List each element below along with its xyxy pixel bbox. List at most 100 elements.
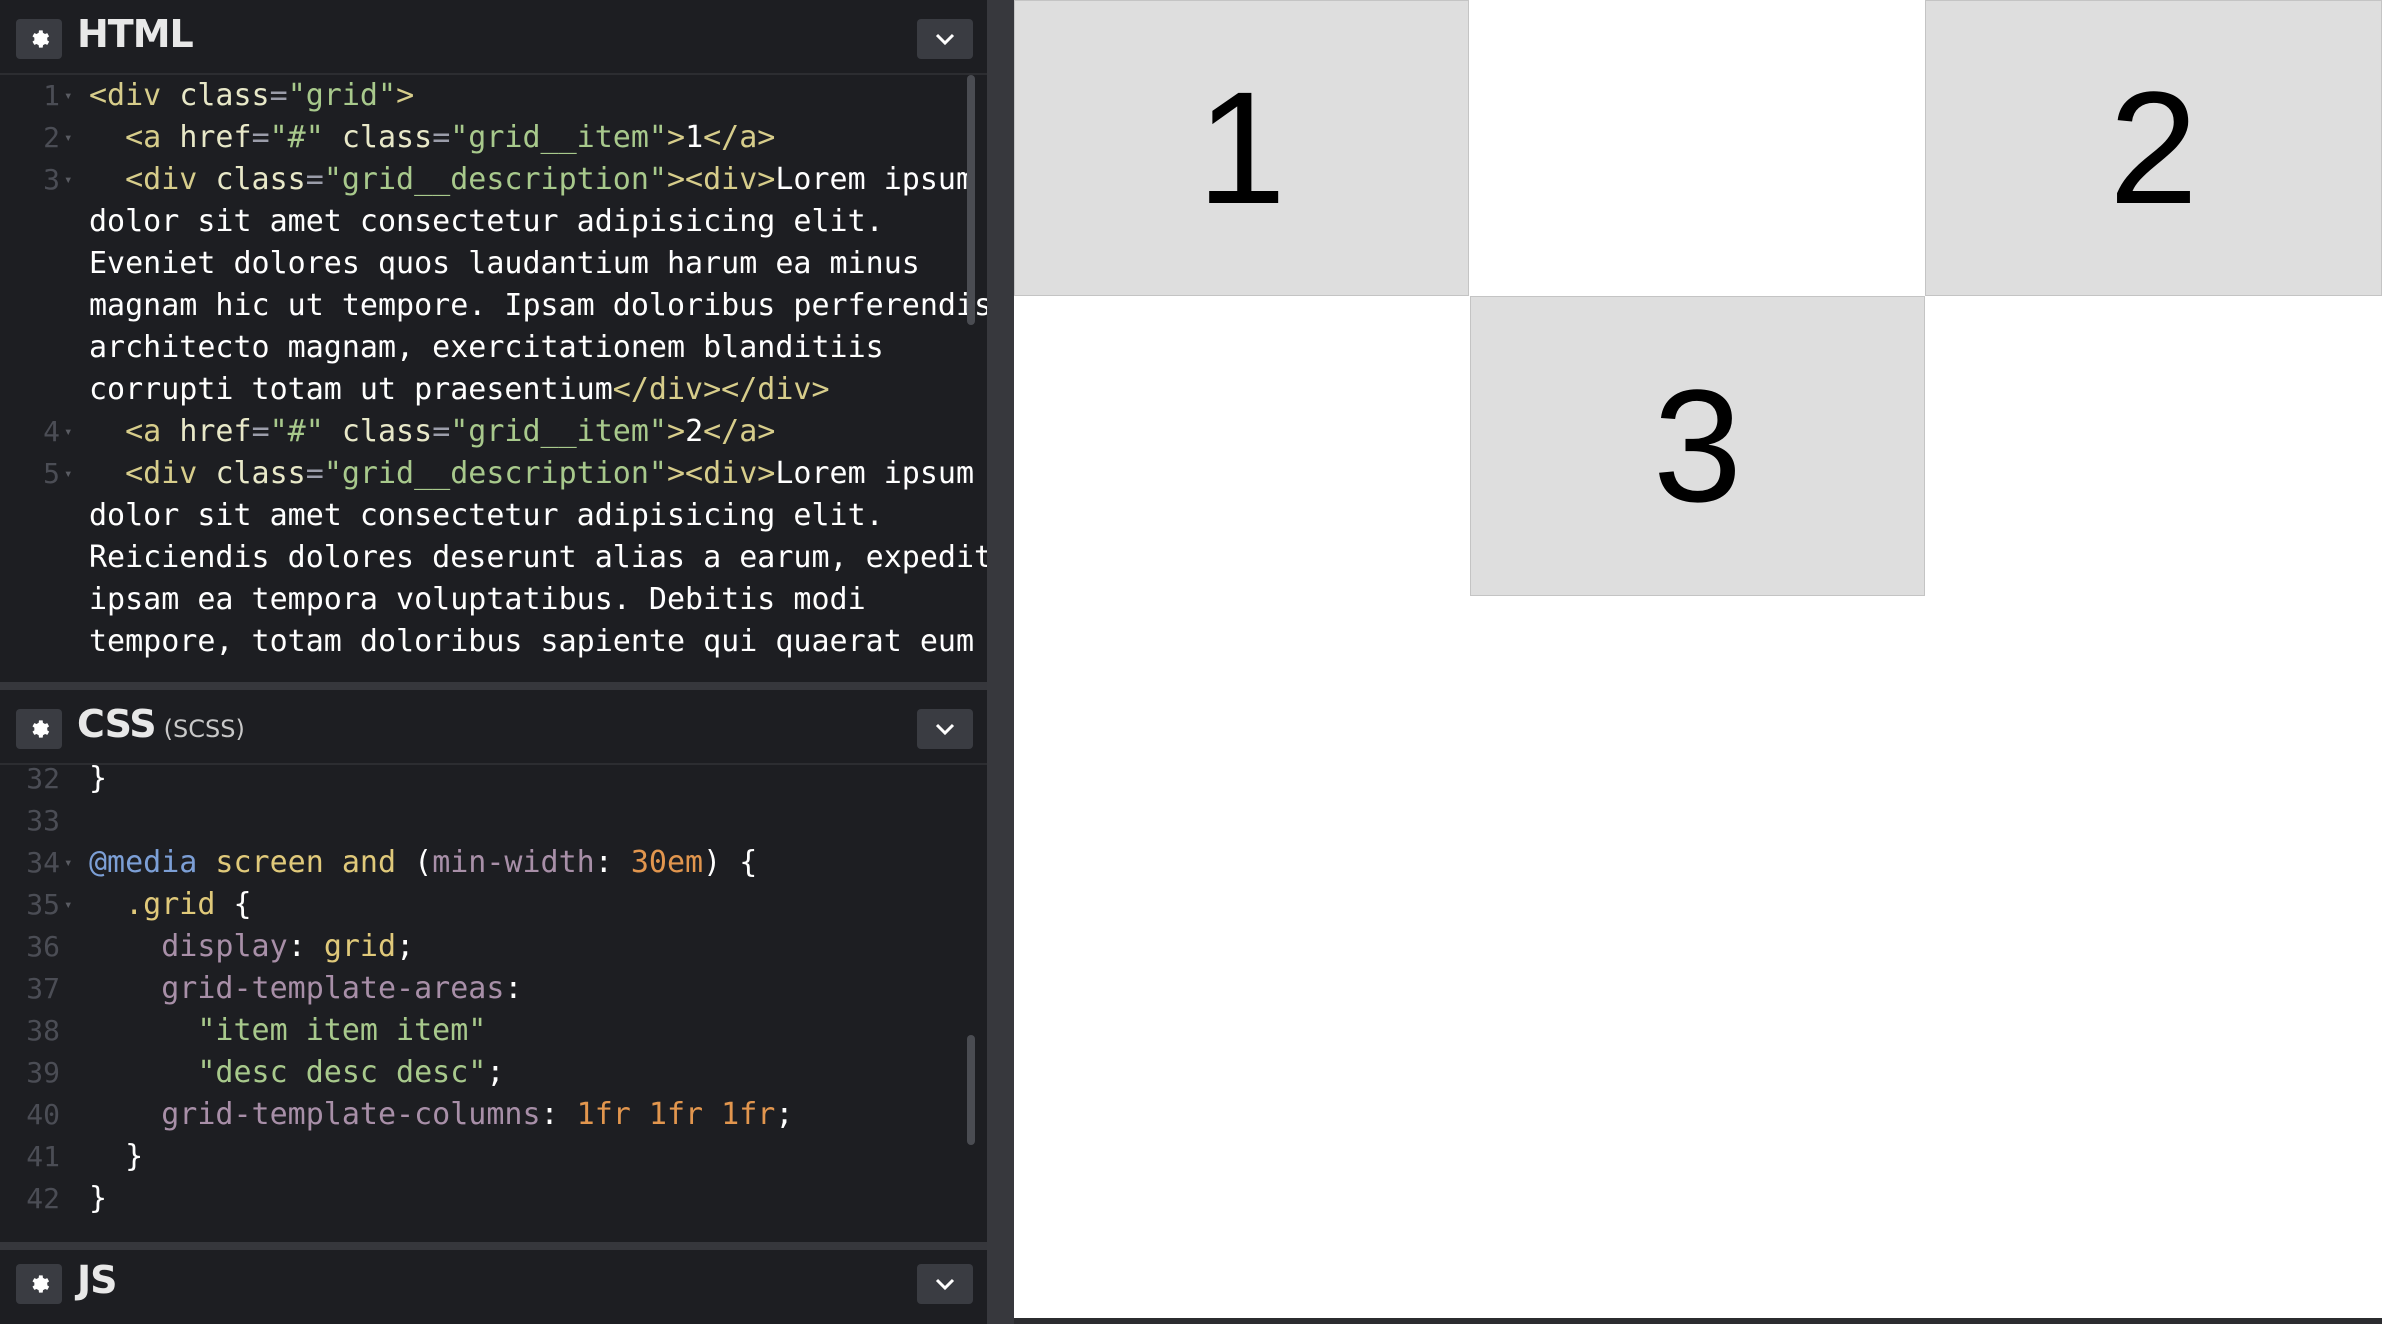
chevron-down-icon [935,723,955,736]
fold-arrow-icon[interactable]: ▾ [64,117,72,159]
html-scrollbar[interactable] [967,75,975,325]
code-text: magnam hic ut tempore. Ipsam doloribus p… [89,285,987,327]
line-number: 34 [26,846,60,879]
html-code-area[interactable]: 1 ▾ <div class="grid"> 2 ▾ <a href="#" class… [0,75,987,679]
code-token: ipsam ea tempora voluptatibus. Debitis m… [89,582,866,617]
code-token: class [215,162,306,197]
code-line[interactable]: 5 ▾ <div class="grid__description"><div>L… [0,453,987,495]
code-line[interactable]: 34 ▾ @media screen and (min-width: 30em) { [0,842,987,884]
code-text: dolor sit amet consectetur adipisicing e… [89,201,884,243]
code-token: </div></div> [612,372,830,407]
code-token: ) { [703,845,758,880]
code-line[interactable]: 38 "item item item" [0,1010,987,1052]
chevron-down-icon [935,1278,955,1291]
js-editor-panel: JS [0,1250,987,1324]
code-line[interactable]: 37 grid-template-areas: [0,968,987,1010]
fold-arrow-icon[interactable]: ▾ [64,75,72,117]
js-panel-header: JS [0,1250,987,1323]
panel-divider[interactable] [0,1242,987,1250]
code-line[interactable]: 36 display: grid; [0,926,987,968]
code-line[interactable]: 33 [0,800,987,842]
code-line[interactable]: 32} [0,758,987,800]
js-collapse-button[interactable] [917,1264,973,1304]
code-token: 30em [630,845,704,880]
code-line[interactable]: 39 "desc desc desc"; [0,1052,987,1094]
code-token: screen and [197,845,415,880]
code-token: = [269,78,288,113]
code-text: tempore, totam doloribus sapiente qui qu… [89,621,974,663]
code-token: > [396,78,415,113]
code-line[interactable]: 3 ▾ <div class="grid__description"><div>L… [0,159,987,201]
code-token: class [323,414,433,449]
code-token: architecto magnam, exercitationem blandi… [89,330,884,365]
line-number: 42 [26,1182,60,1215]
code-token: "grid__description" [323,456,667,491]
code-line[interactable]: 40 grid-template-columns: 1fr 1fr 1fr; [0,1094,987,1136]
panel-divider[interactable] [0,682,987,690]
code-token: "#" [269,414,324,449]
code-token: } [89,1139,144,1174]
code-token: : [287,929,324,964]
code-token: ; [486,1055,505,1090]
code-token: ><div> [666,456,776,491]
line-number: 32 [26,762,60,795]
code-token: display [89,929,288,964]
code-line[interactable]: dolor sit amet consectetur adipisicing e… [0,201,987,243]
css-scrollbar[interactable] [967,1035,975,1145]
code-token: </a> [703,414,776,449]
fold-arrow-icon[interactable]: ▾ [64,159,72,201]
code-token: dolor sit amet consectetur adipisicing e… [89,498,884,533]
css-settings-button[interactable] [16,709,62,749]
code-line[interactable]: Reiciendis dolores deserunt alias a earu… [0,537,987,579]
gear-icon [32,720,50,738]
code-text: grid-template-areas: [89,968,522,1010]
code-line[interactable]: 41 } [0,1136,987,1178]
code-line[interactable]: Eveniet dolores quos laudantium harum ea… [0,243,987,285]
code-token: } [89,1181,108,1216]
code-token: @media [89,845,198,880]
code-line[interactable]: corrupti totam ut praesentium</div></div… [0,369,987,411]
css-code-area[interactable]: 32} 33 34 ▾ @media screen and (min-width: 30… [0,758,987,1238]
code-token: = [305,456,324,491]
code-token: = [251,414,270,449]
code-line[interactable]: magnam hic ut tempore. Ipsam doloribus p… [0,285,987,327]
fold-arrow-icon[interactable]: ▾ [64,884,72,926]
fold-arrow-icon[interactable]: ▾ [64,453,72,495]
editor-column: HTML 1 ▾ <div class="grid"> 2 ▾ <a href="#" … [0,0,987,1324]
js-panel-title: JS [77,1258,118,1302]
html-settings-button[interactable] [16,19,62,59]
js-settings-button[interactable] [16,1264,62,1304]
grid-item-3[interactable]: 3 [1470,296,1925,596]
code-text: "item item item" [89,1010,486,1052]
grid-item-1[interactable]: 1 [1014,0,1469,296]
code-token: <a [89,414,180,449]
code-token: .grid [89,887,216,922]
code-line[interactable]: architecto magnam, exercitationem blandi… [0,327,987,369]
code-text: grid-template-columns: 1fr 1fr 1fr; [89,1094,793,1136]
fold-arrow-icon[interactable]: ▾ [64,842,72,884]
css-panel-title: CSS (SCSS) [77,702,245,746]
css-preprocessor-label: (SCSS) [163,715,245,743]
code-token: = [305,162,324,197]
grid-item-2[interactable]: 2 [1925,0,2382,296]
code-token: Reiciendis dolores deserunt alias a earu… [89,540,987,575]
code-text: dolor sit amet consectetur adipisicing e… [89,495,884,537]
code-token: Lorem ipsum [775,162,975,197]
code-line[interactable]: 2 ▾ <a href="#" class="grid__item">1</a> [0,117,987,159]
code-line[interactable]: 35 ▾ .grid { [0,884,987,926]
fold-arrow-icon[interactable]: ▾ [64,411,72,453]
html-collapse-button[interactable] [917,19,973,59]
code-line[interactable]: ipsam ea tempora voluptatibus. Debitis m… [0,579,987,621]
code-line[interactable]: 42} [0,1178,987,1220]
code-line[interactable]: tempore, totam doloribus sapiente qui qu… [0,621,987,663]
code-token: tempore, totam doloribus sapiente qui qu… [89,624,975,659]
editor-preview-resizer[interactable] [987,0,1014,1324]
code-line[interactable]: dolor sit amet consectetur adipisicing e… [0,495,987,537]
code-token: = [251,120,270,155]
line-number: 2 [43,121,60,154]
css-collapse-button[interactable] [917,709,973,749]
code-line[interactable]: 1 ▾ <div class="grid"> [0,75,987,117]
code-line[interactable]: 4 ▾ <a href="#" class="grid__item">2</a> [0,411,987,453]
code-text: Reiciendis dolores deserunt alias a earu… [89,537,987,579]
code-text: corrupti totam ut praesentium</div></div… [89,369,830,411]
